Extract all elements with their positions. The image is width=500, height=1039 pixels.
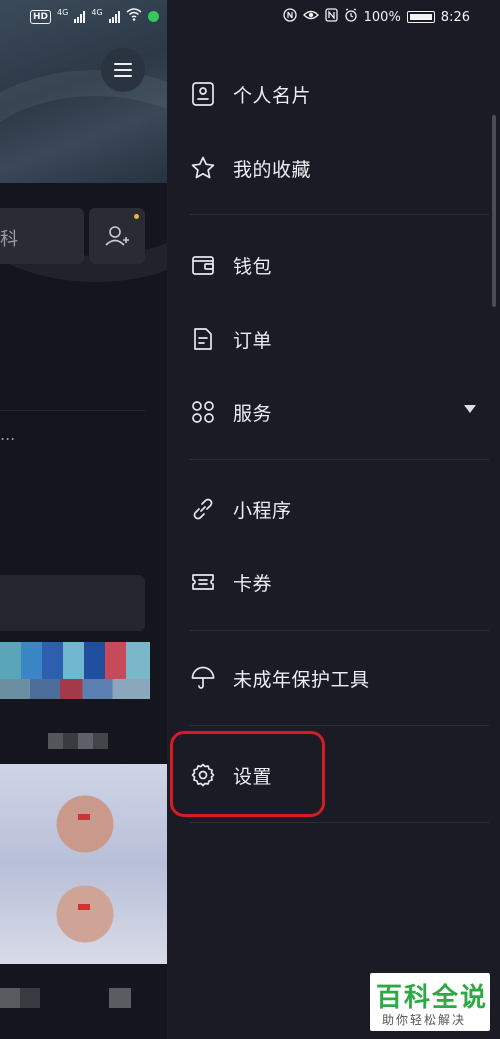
nfc-icon	[324, 8, 338, 26]
link-icon	[189, 495, 217, 523]
blurred-video-thumbnail	[0, 764, 167, 964]
scrollbar[interactable]	[492, 115, 496, 307]
star-icon	[189, 154, 217, 182]
alarm-icon	[344, 8, 358, 26]
network-label-1: 4G	[57, 8, 69, 17]
edit-profile-label-fragment: 科	[0, 229, 18, 250]
side-drawer: 个人名片 我的收藏 钱包 订单 服务 小程序 卡券 未成年保护工具 设置	[167, 0, 500, 1039]
menu-item-label: 未成年保护工具	[233, 668, 370, 691]
eye-comfort-icon	[302, 9, 319, 25]
status-bar: HD 4G 4G 100% 8:26	[0, 0, 500, 34]
nfc-lock-icon	[282, 8, 297, 26]
menu-item-favorites[interactable]: 我的收藏	[189, 148, 311, 188]
background-app: 科 ...	[0, 0, 167, 1039]
section-divider	[189, 822, 489, 823]
chevron-down-icon[interactable]	[464, 405, 476, 413]
menu-item-services[interactable]: 服务	[189, 392, 272, 432]
status-time: 8:26	[440, 9, 470, 25]
menu-item-label: 订单	[233, 329, 273, 352]
divider	[0, 410, 145, 411]
signal-icon-1	[74, 10, 86, 23]
notification-dot	[134, 214, 139, 219]
signal-icon-2	[108, 10, 120, 23]
blurred-thumbnail	[0, 642, 150, 699]
app-notification-icon	[147, 11, 159, 22]
menu-item-orders[interactable]: 订单	[189, 319, 272, 359]
blurred-caption	[0, 988, 40, 1008]
menu-item-minor-protection[interactable]: 未成年保护工具	[189, 658, 370, 698]
watermark-logo: 百科全说 助你轻松解决	[370, 973, 490, 1031]
menu-item-label: 服务	[233, 402, 273, 425]
truncated-text: ...	[0, 425, 16, 444]
hd-badge: HD	[30, 9, 52, 24]
blurred-text	[48, 733, 108, 749]
wallet-icon	[189, 251, 217, 279]
grid-icon	[189, 398, 217, 426]
watermark-title: 百科全说	[376, 983, 489, 1013]
wifi-icon	[126, 8, 142, 25]
menu-item-profile-card[interactable]: 个人名片	[189, 74, 311, 114]
network-label-2: 4G	[91, 8, 103, 17]
menu-item-label: 个人名片	[233, 84, 312, 107]
section-divider	[189, 725, 489, 726]
section-divider	[189, 630, 489, 631]
menu-item-label: 钱包	[233, 255, 273, 278]
ticket-icon	[189, 568, 217, 596]
settings-highlight-annotation	[170, 731, 325, 817]
umbrella-icon	[189, 664, 217, 692]
battery-percent: 100%	[363, 9, 401, 25]
blurred-caption-2	[109, 988, 131, 1008]
menu-item-coupons[interactable]: 卡券	[189, 562, 272, 602]
section-divider	[189, 459, 489, 460]
watermark-subtitle: 助你轻松解决	[382, 1013, 467, 1027]
menu-item-label: 卡券	[233, 572, 273, 595]
battery-icon	[406, 11, 435, 23]
menu-item-wallet[interactable]: 钱包	[189, 245, 272, 285]
edit-profile-button[interactable]: 科	[0, 208, 84, 264]
add-friend-button[interactable]	[89, 208, 145, 264]
profile-card-icon	[189, 80, 217, 108]
order-icon	[189, 325, 217, 353]
hamburger-menu-icon[interactable]	[101, 48, 145, 92]
menu-item-label: 小程序	[233, 499, 292, 522]
menu-item-label: 我的收藏	[233, 158, 312, 181]
menu-item-mini-programs[interactable]: 小程序	[189, 489, 292, 529]
content-bar	[0, 575, 145, 631]
section-divider	[189, 214, 489, 215]
